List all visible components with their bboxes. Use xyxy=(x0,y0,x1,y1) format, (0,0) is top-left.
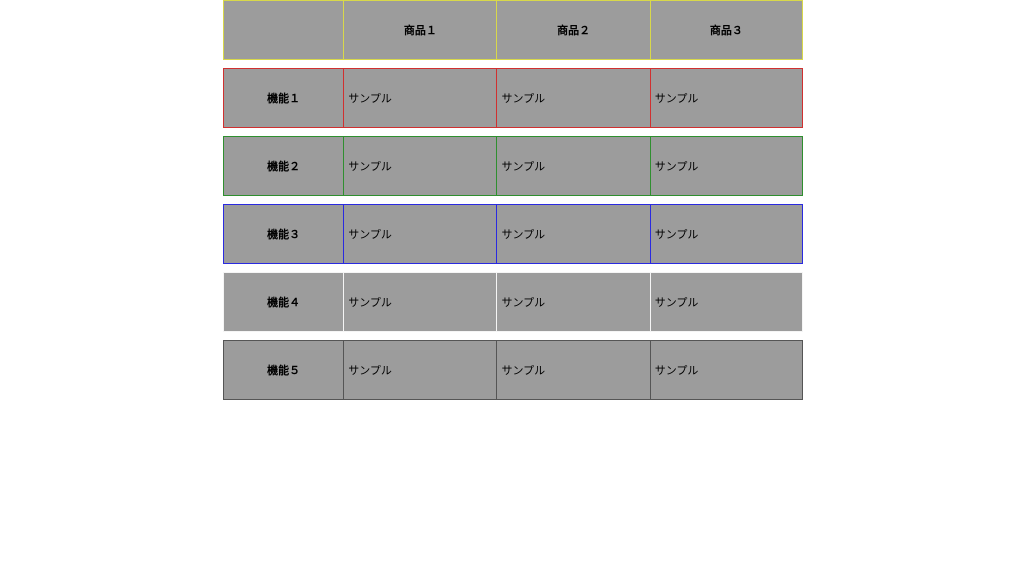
table-header-row: 商品１ 商品２ 商品３ xyxy=(223,0,803,60)
table-row: 機能４ サンプル サンプル サンプル xyxy=(223,272,803,332)
table-cell: サンプル xyxy=(650,68,803,128)
row-label: 機能５ xyxy=(223,340,343,400)
table-cell: サンプル xyxy=(650,340,803,400)
table-cell: サンプル xyxy=(343,136,496,196)
table-row: 機能２ サンプル サンプル サンプル xyxy=(223,136,803,196)
table-cell: サンプル xyxy=(650,272,803,332)
comparison-table: 商品１ 商品２ 商品３ 機能１ サンプル サンプル サンプル 機能２ サンプル … xyxy=(223,0,803,400)
table-cell: サンプル xyxy=(496,136,649,196)
table-cell: サンプル xyxy=(496,68,649,128)
row-label: 機能１ xyxy=(223,68,343,128)
header-col-3: 商品３ xyxy=(650,0,803,60)
row-label: 機能３ xyxy=(223,204,343,264)
table-cell: サンプル xyxy=(343,68,496,128)
header-col-2: 商品２ xyxy=(496,0,649,60)
comparison-table-container: 商品１ 商品２ 商品３ 機能１ サンプル サンプル サンプル 機能２ サンプル … xyxy=(223,0,803,400)
table-cell: サンプル xyxy=(343,272,496,332)
header-col-1: 商品１ xyxy=(343,0,496,60)
table-cell: サンプル xyxy=(650,204,803,264)
table-cell: サンプル xyxy=(496,272,649,332)
table-row: 機能１ サンプル サンプル サンプル xyxy=(223,68,803,128)
row-label: 機能２ xyxy=(223,136,343,196)
table-cell: サンプル xyxy=(343,340,496,400)
table-cell: サンプル xyxy=(650,136,803,196)
table-cell: サンプル xyxy=(343,204,496,264)
table-row: 機能５ サンプル サンプル サンプル xyxy=(223,340,803,400)
table-row: 機能３ サンプル サンプル サンプル xyxy=(223,204,803,264)
row-label: 機能４ xyxy=(223,272,343,332)
table-cell: サンプル xyxy=(496,340,649,400)
header-blank xyxy=(223,0,343,60)
table-cell: サンプル xyxy=(496,204,649,264)
